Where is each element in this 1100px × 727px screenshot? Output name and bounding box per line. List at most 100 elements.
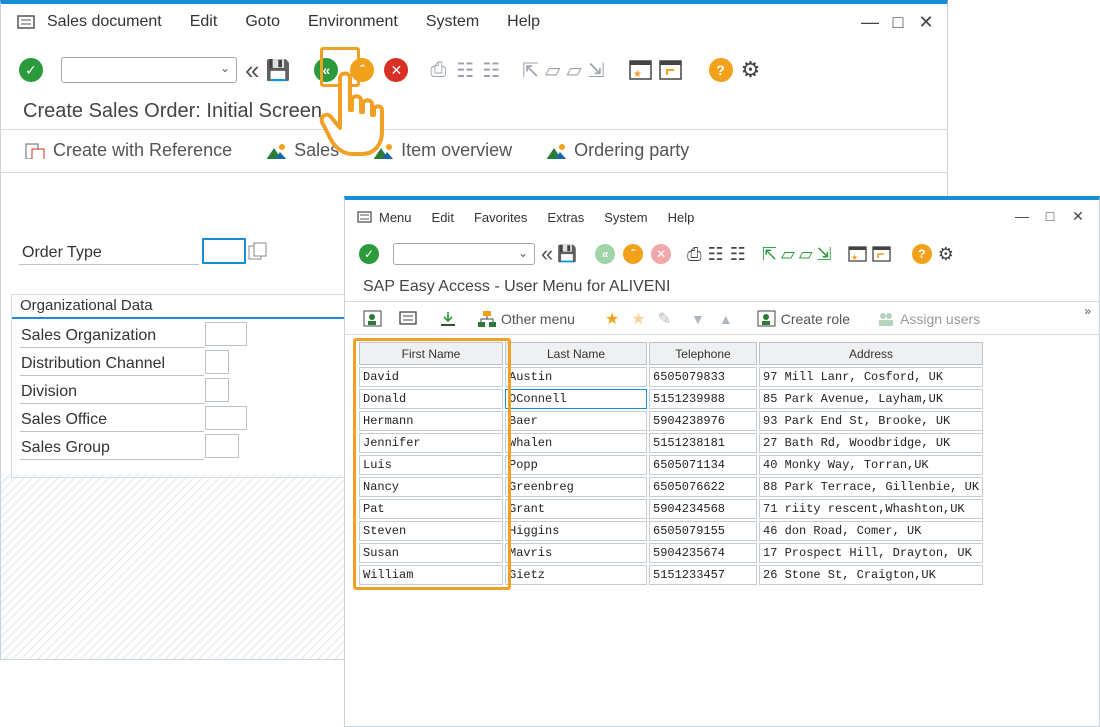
cell-last-name[interactable]: Grant — [505, 499, 647, 519]
cell-address[interactable]: 93 Park End St, Brooke, UK — [759, 411, 984, 431]
menu-icon[interactable] — [351, 210, 379, 224]
next-page-icon[interactable]: ▱ — [799, 244, 813, 265]
find-icon[interactable]: ☷ — [708, 244, 724, 265]
division-input[interactable] — [205, 378, 229, 402]
menu-system[interactable]: System — [604, 210, 647, 225]
settings-gear-icon[interactable]: ⚙ — [938, 244, 954, 265]
cell-telephone[interactable]: 6505076622 — [649, 477, 757, 497]
expand-icon[interactable]: » — [1084, 304, 1091, 318]
exit-icon[interactable]: ˆ — [623, 244, 644, 264]
ordering-party-button[interactable]: Ordering party — [546, 140, 689, 161]
first-page-icon[interactable]: ⇱ — [522, 58, 539, 83]
distribution-channel-input[interactable] — [205, 350, 229, 374]
delete-favorite-icon[interactable]: ★ — [631, 309, 645, 329]
cell-address[interactable]: 27 Bath Rd, Woodbridge, UK — [759, 433, 984, 453]
edit-pencil-icon[interactable]: ✎ — [658, 309, 671, 329]
cell-last-name[interactable]: Popp — [505, 455, 647, 475]
cell-address[interactable]: 46 don Road, Comer, UK — [759, 521, 984, 541]
find-icon[interactable]: ☷ — [456, 58, 474, 83]
assign-users-button[interactable]: Assign users — [876, 310, 980, 328]
maximize-icon[interactable]: □ — [889, 12, 907, 33]
chevron-down-icon[interactable]: ⌄ — [518, 246, 528, 260]
menu-extras[interactable]: Extras — [547, 210, 584, 225]
column-header-address[interactable]: Address — [759, 342, 984, 365]
cell-last-name[interactable]: Austin — [505, 367, 647, 387]
add-favorite-icon[interactable]: ★ — [605, 309, 619, 329]
menu-edit[interactable]: Edit — [190, 13, 218, 31]
back-icon[interactable]: « — [595, 244, 616, 264]
help-icon[interactable]: ? — [911, 244, 932, 264]
cell-address[interactable]: 71 riity rescent,Whashton,UK — [759, 499, 984, 519]
sales-group-input[interactable] — [205, 434, 239, 458]
cell-telephone[interactable]: 5904238976 — [649, 411, 757, 431]
cell-last-name[interactable]: Higgins — [505, 521, 647, 541]
value-help-icon[interactable] — [248, 242, 268, 262]
menu-goto[interactable]: Goto — [245, 13, 280, 31]
last-page-icon[interactable]: ⇲ — [588, 58, 605, 83]
cell-telephone[interactable]: 6505071134 — [649, 455, 757, 475]
save-icon[interactable]: 💾 — [557, 244, 577, 264]
print-icon[interactable]: ⎙ — [687, 244, 701, 265]
save-icon[interactable]: 💾 — [265, 58, 290, 83]
cell-address[interactable]: 88 Park Terrace, Gillenbie, UK — [759, 477, 984, 497]
cell-address[interactable]: 85 Park Avenue, Layham,UK — [759, 389, 984, 409]
sap-menu-icon[interactable] — [399, 310, 419, 328]
menu-icon[interactable] — [7, 14, 47, 30]
previous-page-icon[interactable]: ▱ — [545, 58, 560, 83]
next-page-icon[interactable]: ▱ — [566, 58, 581, 83]
download-icon[interactable] — [439, 310, 457, 328]
cell-last-name[interactable]: Greenbreg — [505, 477, 647, 497]
chevron-down-icon[interactable]: ⌄ — [220, 61, 230, 75]
menu-system[interactable]: System — [426, 13, 479, 31]
cell-last-name[interactable]: Gietz — [505, 565, 647, 585]
minimize-icon[interactable]: — — [861, 12, 879, 33]
close-icon[interactable]: ✕ — [917, 12, 935, 33]
cell-telephone[interactable]: 5904234568 — [649, 499, 757, 519]
cell-address[interactable]: 97 Mill Lanr, Cosford, UK — [759, 367, 984, 387]
cell-last-name[interactable]: Mavris — [505, 543, 647, 563]
menu-environment[interactable]: Environment — [308, 13, 398, 31]
cell-telephone[interactable]: 5904235674 — [649, 543, 757, 563]
cell-last-name[interactable]: Baer — [505, 411, 647, 431]
sales-organization-input[interactable] — [205, 322, 247, 346]
double-chevron-left-icon[interactable]: « — [245, 55, 259, 86]
cell-telephone[interactable]: 5151238181 — [649, 433, 757, 453]
cell-telephone[interactable]: 6505079833 — [649, 367, 757, 387]
minimize-icon[interactable]: — — [1013, 208, 1031, 225]
cell-telephone[interactable]: 6505079155 — [649, 521, 757, 541]
create-role-button[interactable]: Create role — [757, 310, 850, 328]
cell-telephone[interactable]: 5151233457 — [649, 565, 757, 585]
cell-last-name[interactable]: OConnell — [505, 389, 647, 409]
print-icon[interactable]: ⎙ — [430, 59, 446, 82]
order-type-input[interactable] — [202, 238, 246, 264]
settings-gear-icon[interactable]: ⚙ — [741, 57, 761, 83]
create-session-icon[interactable]: ★ — [848, 245, 868, 263]
cancel-icon[interactable]: ✕ — [651, 244, 672, 264]
find-next-icon[interactable]: ☷ — [482, 58, 500, 83]
close-icon[interactable]: ✕ — [1069, 208, 1087, 225]
last-page-icon[interactable]: ⇲ — [817, 244, 832, 265]
enter-check-icon[interactable]: ✓ — [19, 58, 43, 82]
maximize-icon[interactable]: □ — [1041, 208, 1059, 225]
menu-help[interactable]: Help — [668, 210, 695, 225]
menu-help[interactable]: Help — [507, 13, 540, 31]
command-field[interactable]: ⌄ — [393, 243, 535, 265]
create-session-icon[interactable]: ★ — [628, 59, 653, 81]
menu-edit[interactable]: Edit — [432, 210, 454, 225]
menu-menu[interactable]: Menu — [379, 210, 412, 225]
double-chevron-left-icon[interactable]: « — [541, 241, 553, 267]
other-menu-button[interactable]: Other menu — [477, 310, 575, 328]
menu-favorites[interactable]: Favorites — [474, 210, 527, 225]
column-header-last-name[interactable]: Last Name — [505, 342, 647, 365]
move-down-icon[interactable]: ▼ — [691, 311, 705, 327]
command-field[interactable]: ⌄ — [61, 57, 237, 83]
item-overview-button[interactable]: Item overview — [373, 140, 512, 161]
cell-last-name[interactable]: Whalen — [505, 433, 647, 453]
sales-office-input[interactable] — [205, 406, 247, 430]
cell-address[interactable]: 26 Stone St, Craigton,UK — [759, 565, 984, 585]
cell-telephone[interactable]: 5151239988 — [649, 389, 757, 409]
shortcut-icon[interactable] — [872, 245, 892, 263]
help-icon[interactable]: ? — [708, 58, 733, 82]
find-next-icon[interactable]: ☷ — [730, 244, 746, 265]
cell-address[interactable]: 40 Monky Way, Torran,UK — [759, 455, 984, 475]
